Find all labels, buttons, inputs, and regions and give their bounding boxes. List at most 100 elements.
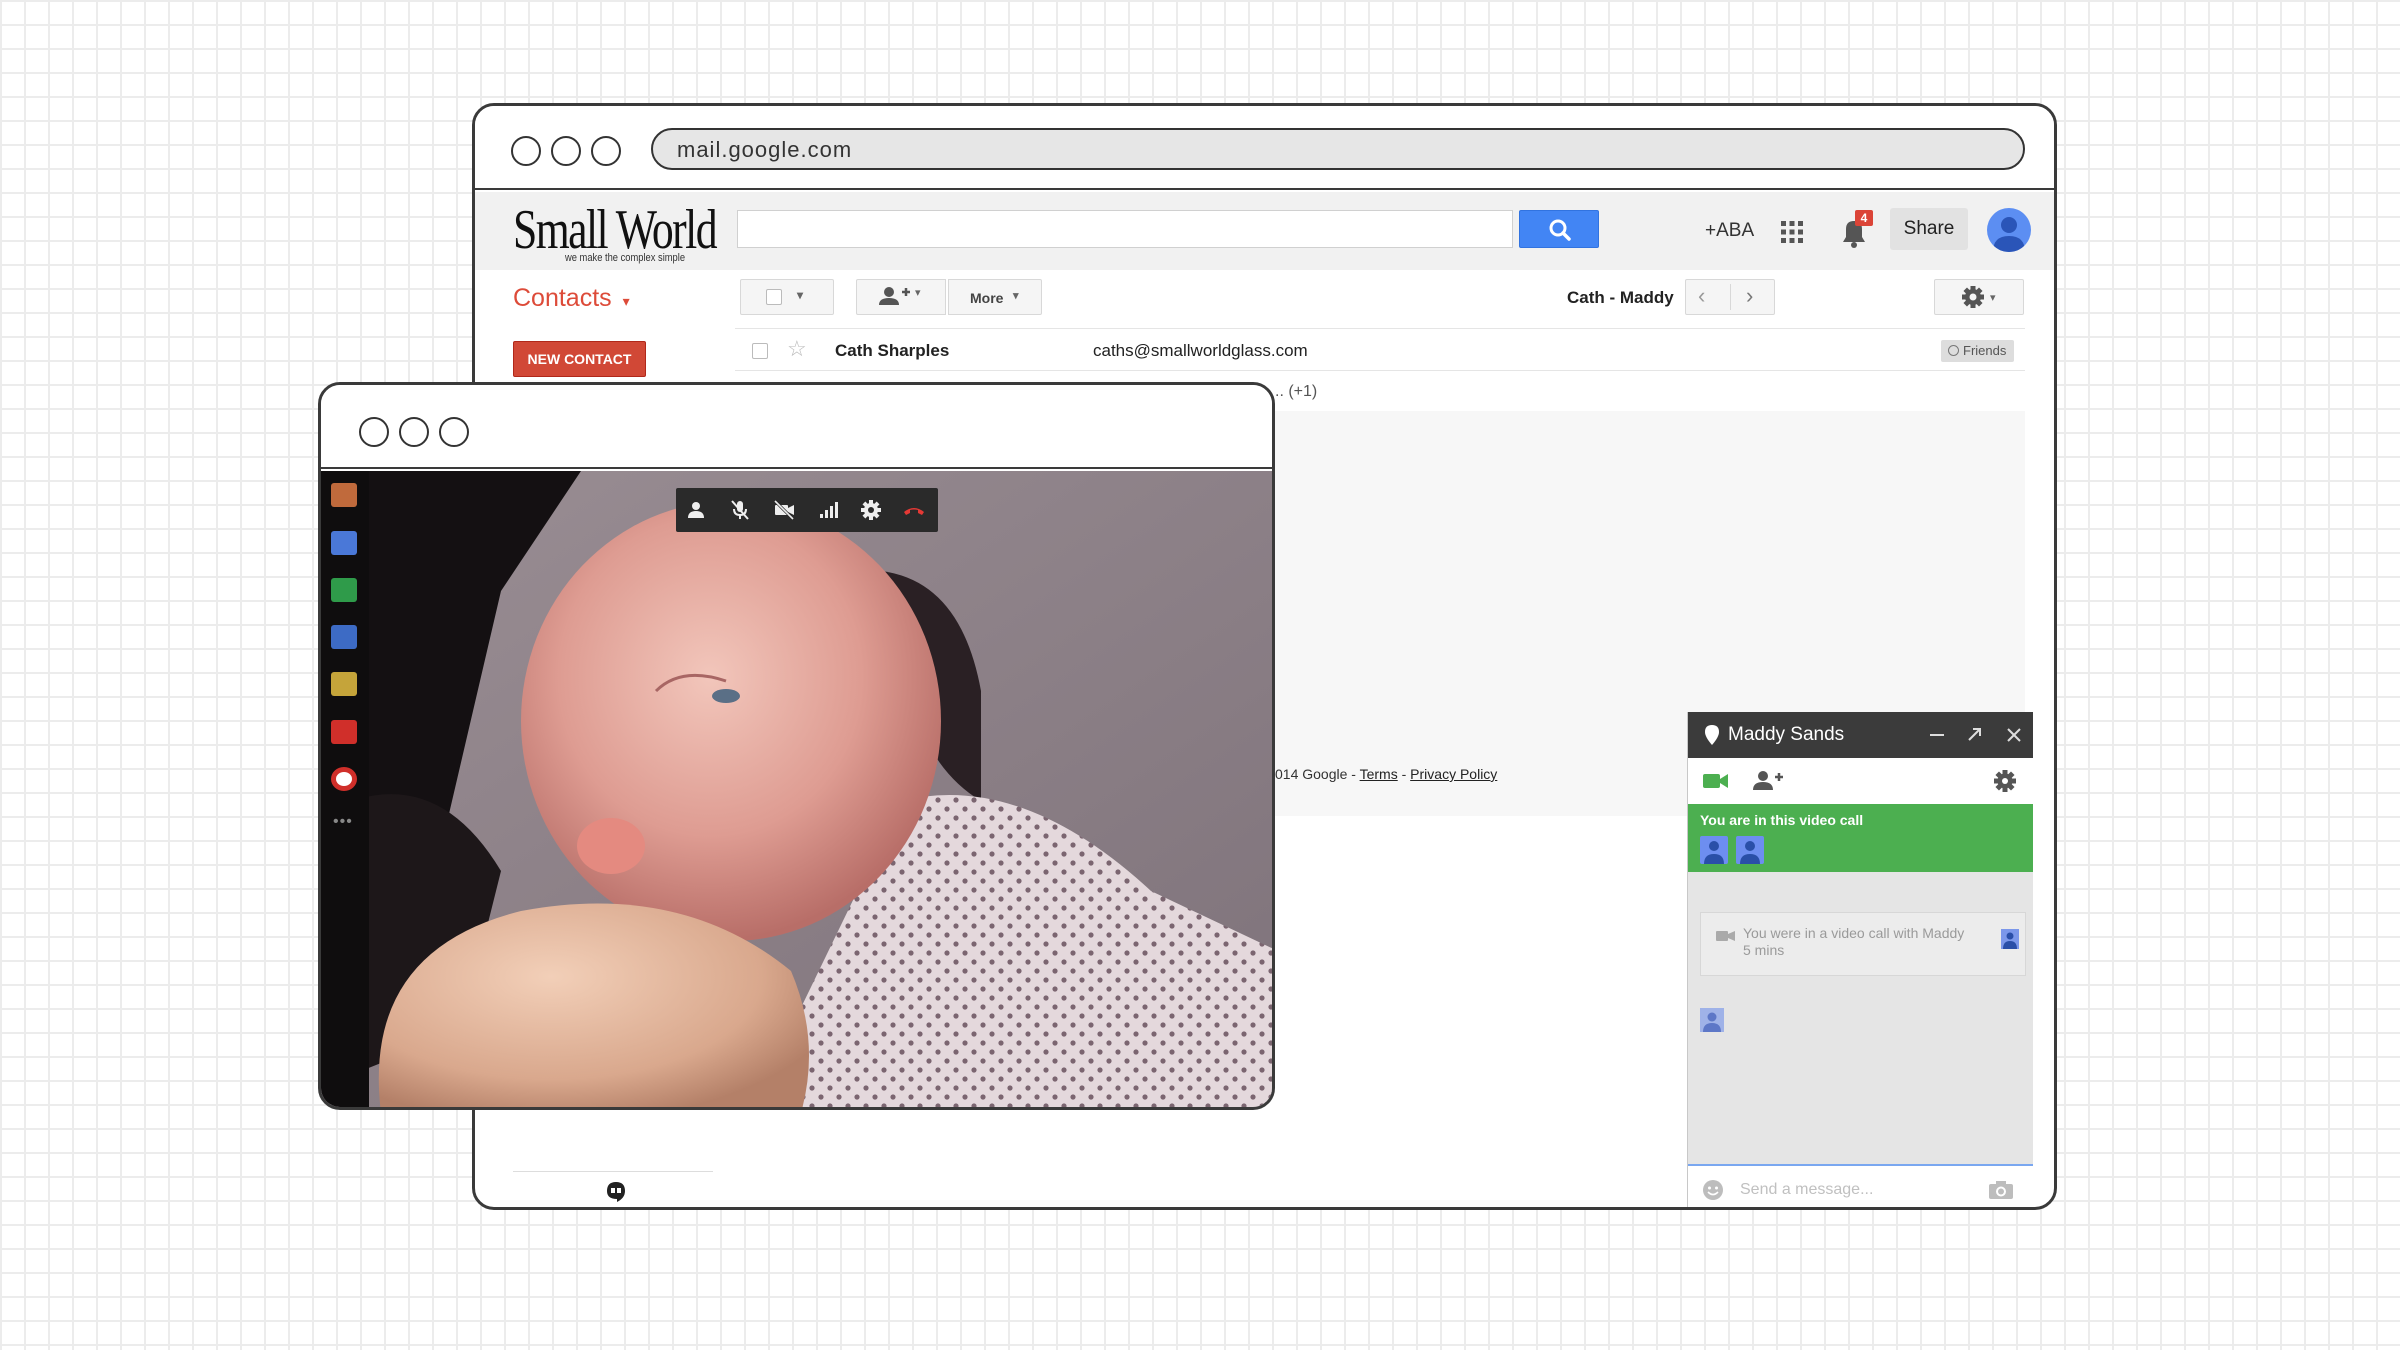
- contact-name[interactable]: Cath Sharples: [835, 341, 949, 361]
- svg-text:▾: ▾: [1990, 291, 1996, 304]
- chevron-down-icon: ▾: [622, 293, 630, 309]
- footer: 014 Google - Terms - Privacy Policy: [1275, 766, 1497, 782]
- call-apps-rail: •••: [321, 471, 369, 871]
- hang-up-icon[interactable]: [902, 498, 926, 522]
- popout-icon[interactable]: [1966, 725, 1984, 743]
- bottom-divider: [513, 1171, 713, 1172]
- camera-off-icon[interactable]: [772, 498, 796, 522]
- more-icon[interactable]: •••: [333, 813, 353, 831]
- mic-off-icon[interactable]: [728, 498, 752, 522]
- avatar-icon: [1740, 841, 1760, 864]
- account-avatar[interactable]: [1987, 208, 2031, 252]
- footer-copyright: 014 Google -: [1275, 766, 1360, 782]
- participant-avatar[interactable]: [1736, 836, 1764, 864]
- more-label: More: [970, 290, 1004, 306]
- video-frame-image: [321, 471, 1272, 1107]
- window-close-dot[interactable]: [359, 417, 389, 447]
- search-icon: [1549, 219, 1571, 241]
- camera-icon[interactable]: [331, 625, 357, 649]
- window-minimize-dot[interactable]: [399, 417, 429, 447]
- group-tag-label: Friends: [1963, 343, 2007, 358]
- video-window-titlebar: [321, 385, 1272, 469]
- pager: ‹ ›: [1685, 279, 1775, 315]
- camera-icon[interactable]: [1988, 1180, 2014, 1200]
- app-icon[interactable]: [331, 483, 357, 507]
- terms-link[interactable]: Terms: [1360, 766, 1398, 782]
- search-input[interactable]: [737, 210, 1513, 248]
- video-call-window: •••: [318, 382, 1275, 1110]
- chevron-down-icon: ▾: [797, 288, 804, 302]
- new-contact-button[interactable]: NEW CONTACT: [513, 341, 646, 377]
- chat-input-placeholder: Send a message...: [1740, 1181, 1874, 1198]
- profile-plus-link[interactable]: +ABA: [1705, 220, 1754, 242]
- video-camera-icon: [1716, 931, 1735, 941]
- call-duration: 5 mins: [1743, 942, 1785, 958]
- notification-count-badge: 4: [1855, 210, 1873, 226]
- add-person-icon[interactable]: [684, 498, 708, 522]
- chevron-left-icon[interactable]: ‹: [1698, 283, 1705, 309]
- window-minimize-dot[interactable]: [551, 136, 581, 166]
- chat-icon[interactable]: [331, 531, 357, 555]
- gmail-header: Small World we make the complex simple +…: [475, 192, 2054, 270]
- contacts-menu[interactable]: Contacts ▾: [513, 284, 630, 313]
- chat-toolbar: [1688, 758, 2033, 804]
- window-close-dot[interactable]: [511, 136, 541, 166]
- row-divider: [735, 328, 2025, 329]
- video-camera-icon[interactable]: [1702, 771, 1730, 791]
- privacy-policy-link[interactable]: Privacy Policy: [1410, 766, 1497, 782]
- participant-avatar[interactable]: [1700, 836, 1728, 864]
- window-titlebar: mail.google.com: [475, 106, 2054, 190]
- add-to-group-button[interactable]: ▾: [856, 279, 946, 315]
- emoji-icon[interactable]: [1702, 1179, 1724, 1201]
- group-label: Cath - Maddy: [1567, 288, 1674, 307]
- window-maximize-dot[interactable]: [591, 136, 621, 166]
- call-history-message: You were in a video call with Maddy 5 mi…: [1700, 912, 2026, 976]
- svg-text:▾: ▾: [915, 286, 921, 299]
- group-tag-badge[interactable]: Friends: [1941, 340, 2015, 362]
- add-person-icon[interactable]: [1752, 768, 1784, 792]
- chat-header[interactable]: Maddy Sands: [1688, 712, 2033, 758]
- sender-avatar: [2001, 929, 2019, 949]
- address-bar[interactable]: mail.google.com: [651, 128, 2025, 170]
- settings-button[interactable]: ▾: [1934, 279, 2024, 315]
- video-feed: [321, 471, 1272, 1107]
- hangouts-icon[interactable]: [605, 1181, 627, 1203]
- minimize-icon[interactable]: [1930, 734, 1944, 736]
- avatar-icon: [2003, 932, 2017, 949]
- select-all-checkbox-button[interactable]: ▾: [740, 279, 834, 315]
- share-screen-icon[interactable]: [331, 578, 357, 602]
- signal-icon[interactable]: [816, 498, 840, 522]
- contact-email[interactable]: caths@smallworldglass.com: [1093, 341, 1308, 361]
- chat-message-input[interactable]: Send a message...: [1688, 1164, 2033, 1207]
- select-all-checkbox[interactable]: [766, 289, 782, 305]
- window-maximize-dot[interactable]: [439, 417, 469, 447]
- gear-icon: ▾: [1962, 286, 1996, 308]
- contacts-title: Contacts: [513, 284, 612, 312]
- row-more-indicator: .. (+1): [1275, 383, 1318, 400]
- contact-avatar: [1700, 1008, 1724, 1032]
- chevron-down-icon: ▾: [1013, 290, 1019, 302]
- avatar-icon: [1993, 217, 2025, 252]
- share-button[interactable]: Share: [1890, 208, 1968, 250]
- chat-contact-name: Maddy Sands: [1728, 724, 1845, 745]
- more-button[interactable]: More ▾: [948, 279, 1042, 315]
- video-call-banner[interactable]: You are in this video call: [1688, 804, 2033, 872]
- youtube-icon[interactable]: [331, 720, 357, 744]
- location-pin-icon: [1705, 725, 1719, 745]
- gear-icon[interactable]: [859, 498, 883, 522]
- gear-icon[interactable]: [1992, 768, 2018, 794]
- circle-icon: [1948, 345, 1959, 356]
- help-icon[interactable]: [331, 767, 357, 791]
- row-checkbox[interactable]: [752, 343, 768, 359]
- row-divider: [735, 370, 2025, 371]
- call-history-line: You were in a video call with Maddy: [1743, 925, 1965, 941]
- search-button[interactable]: [1519, 210, 1599, 248]
- notifications-button[interactable]: 4: [1837, 210, 1873, 250]
- add-person-icon: ▾: [879, 286, 921, 305]
- photos-icon[interactable]: [331, 672, 357, 696]
- star-icon[interactable]: ☆: [787, 336, 807, 362]
- avatar-icon: [1704, 841, 1724, 864]
- close-icon[interactable]: [2006, 727, 2022, 743]
- apps-grid-icon[interactable]: [1780, 220, 1804, 244]
- chevron-right-icon[interactable]: ›: [1746, 283, 1753, 309]
